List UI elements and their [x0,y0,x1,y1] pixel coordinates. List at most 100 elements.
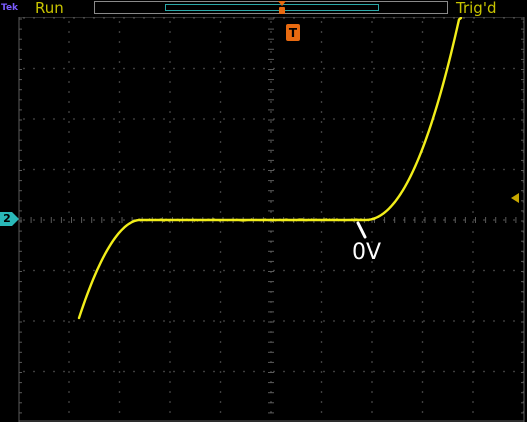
grid-dot [193,118,195,120]
grid-dot [433,168,435,171]
grid-dot [219,341,222,343]
trigger-marker-icon[interactable]: T [286,24,300,41]
grid-dot [103,67,105,70]
grid-dot [503,17,505,19]
grid-dot [270,181,272,183]
grid-dot [223,67,225,70]
grid-dot [383,17,385,19]
grid-dot [421,181,424,183]
grid-dot [421,251,424,253]
grid-dot [371,201,373,203]
grid-dot [463,17,465,19]
grid-dot [433,17,435,19]
grid-dot [223,269,225,272]
grid-dot [472,161,474,163]
grid-dot [118,61,121,63]
grid-dot [333,168,335,171]
record-view-window[interactable] [165,4,379,11]
grid-dot [472,141,474,143]
grid-dot [313,320,315,322]
grid-dot [472,181,474,183]
grid-dot [118,81,121,83]
grid-dot [43,320,45,322]
grid-dot [163,168,165,171]
grid-dot [472,231,474,233]
grid-dot [320,351,323,353]
grid-dot [421,401,424,403]
grid-dot [173,67,175,70]
grid-dot [169,331,171,333]
grid-dot [68,371,70,373]
grid-dot [371,291,373,293]
grid-dot [371,91,373,93]
grid-dot [68,411,70,413]
grid-dot [219,111,222,113]
grid-dot [503,370,505,373]
grid-dot [43,370,45,373]
grid-dot [118,171,121,173]
grid-dot [169,191,171,193]
acquisition-status[interactable]: Run [35,0,64,17]
grid-dot [123,370,125,373]
grid-dot [333,320,335,322]
grid-dot [63,67,65,70]
grid-dot [68,261,70,263]
grid-dot [320,231,323,233]
grid-dot [270,201,272,203]
grid-dot [443,118,445,120]
grid-dot [413,370,415,373]
grid-dot [371,161,373,163]
grid-dot [443,219,445,221]
grid-dot [219,161,222,163]
grid-dot [219,61,222,63]
grid-dot [169,311,171,313]
grid-dot [421,51,424,53]
grid-dot [169,281,171,283]
grid-dot [219,261,222,263]
grid-dot [443,320,445,322]
grid-dot [483,118,485,120]
grid-dot [183,370,185,373]
grid-dot [493,269,495,272]
grid-dot [83,320,85,322]
grid-dot [63,269,65,272]
grid-dot [118,341,121,343]
grid-dot [173,118,175,120]
grid-dot [453,118,455,120]
grid-dot [323,320,325,322]
grid-dot [263,17,265,19]
grid-dot [371,121,373,123]
grid-dot [493,320,495,322]
grid-dot [320,131,323,133]
grid-dot [472,211,474,213]
grid-dot [423,17,425,19]
grid-dot [371,101,373,103]
grid-dot [43,219,45,221]
trigger-level-icon[interactable] [511,193,519,203]
grid-dot [472,241,474,243]
grid-dot [423,219,425,221]
grid-dot [472,381,474,383]
grid-dot [219,201,222,203]
grid-dot [213,17,215,19]
grid-dot [493,118,495,120]
grid-dot [403,168,405,171]
grid-dot [513,118,515,120]
grid-dot [472,171,474,173]
grid-dot [283,370,285,373]
grid-dot [371,381,373,383]
grid-dot [219,91,222,93]
grid-dot [303,269,305,272]
grid-dot [73,118,75,120]
grid-dot [343,320,345,322]
grid-dot [118,321,121,323]
grid-dot [320,401,323,403]
grid-dot [303,67,305,70]
grid-dot [483,67,485,70]
grid-dot [320,191,323,193]
grid-dot [53,118,55,120]
grid-dot [363,370,365,373]
grid-dot [472,261,474,263]
grid-dot [153,17,155,19]
grid-dot [169,411,171,413]
